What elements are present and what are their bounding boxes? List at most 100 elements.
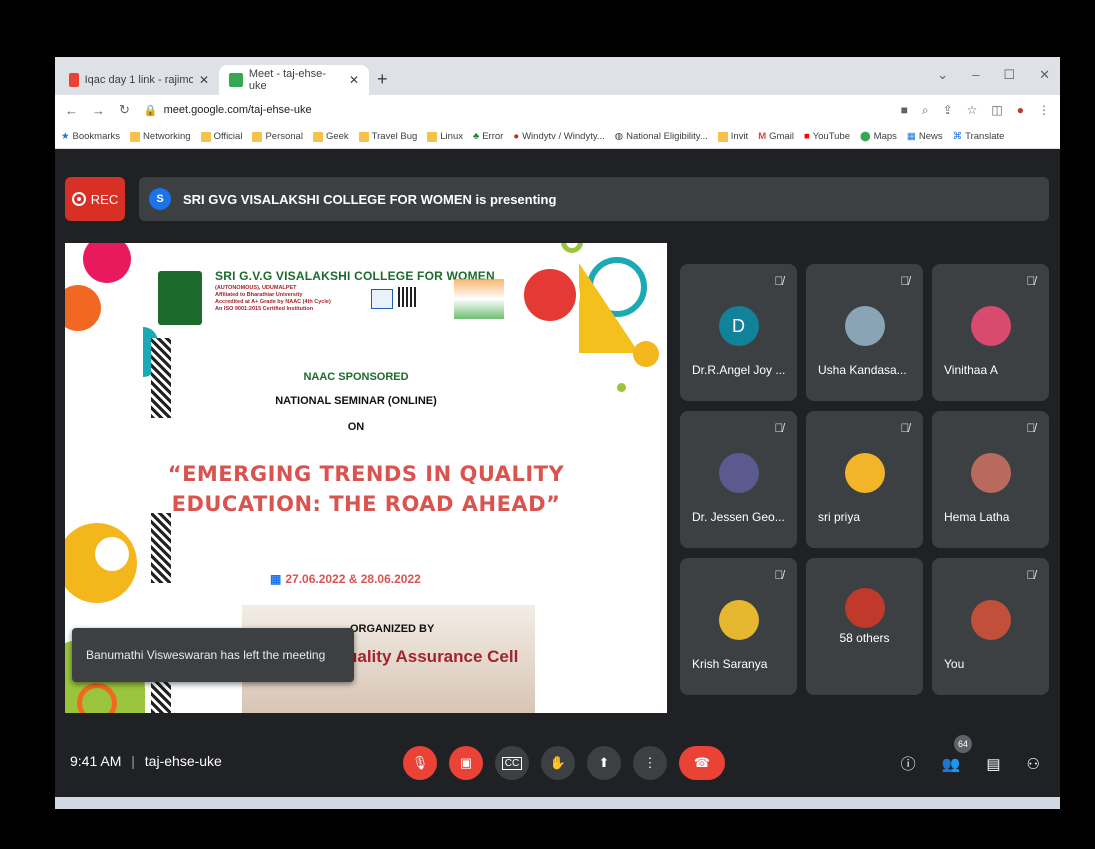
- windy-icon: ●: [513, 131, 520, 142]
- mic-toggle-button[interactable]: 🎙: [403, 746, 437, 780]
- decor-circle: [83, 243, 131, 283]
- recording-indicator[interactable]: REC: [65, 177, 125, 221]
- maps-icon: ⬤: [860, 131, 871, 142]
- close-tab-icon[interactable]: ✕: [199, 73, 209, 87]
- chat-icon[interactable]: ▤: [986, 755, 1000, 773]
- bookmark-item[interactable]: ★ Bookmarks: [61, 131, 120, 142]
- camera-toggle-button[interactable]: ▣: [449, 746, 483, 780]
- college-subtitle: (AUTONOMOUS), UDUMALPET Affiliated to Bh…: [215, 285, 331, 312]
- folder-icon: [717, 131, 728, 142]
- participant-tile[interactable]: 🎙̸ Krish Saranya: [680, 558, 797, 695]
- mic-off-icon: 🎙̸: [900, 274, 910, 288]
- record-icon: [71, 192, 86, 206]
- divider: |: [131, 753, 135, 769]
- reload-icon[interactable]: ↻: [119, 102, 130, 118]
- leave-call-button[interactable]: ☎: [679, 746, 725, 780]
- bookmark-item[interactable]: Personal: [252, 131, 303, 142]
- participant-grid: 🎙̸ D Dr.R.Angel Joy ... 🎙̸ Usha Kandasa.…: [680, 264, 1049, 695]
- mic-off-icon: 🎙̸: [774, 421, 784, 435]
- tab-search-icon[interactable]: ◫: [991, 103, 1002, 117]
- star-icon[interactable]: ☆: [967, 103, 978, 117]
- on-text: ON: [347, 421, 365, 433]
- menu-icon[interactable]: ⋮: [1038, 103, 1050, 117]
- azadi-logo: [454, 279, 504, 319]
- address-actions: ■ ⌕ ⇪ ☆ ◫ ● ⋮: [901, 103, 1050, 118]
- avatar: [844, 306, 885, 346]
- url-text: meet.google.com/taj-ehse-uke: [163, 104, 312, 116]
- avatar: D: [718, 306, 759, 346]
- extension-icon[interactable]: ●: [1017, 103, 1024, 117]
- camera-icon[interactable]: ■: [901, 103, 908, 117]
- decor-circle: [633, 341, 659, 367]
- error-icon: ♣: [472, 131, 480, 142]
- bookmark-item[interactable]: M Gmail: [758, 131, 794, 142]
- bookmark-item[interactable]: ● Windytv / Windyty...: [513, 131, 604, 142]
- raise-hand-button[interactable]: ✋: [541, 746, 575, 780]
- more-vert-icon: ⋮: [643, 755, 657, 770]
- lock-icon: 🔒: [143, 104, 158, 117]
- cell-name: uality Assurance Cell: [347, 647, 519, 666]
- others-label: 58 others: [839, 631, 890, 645]
- present-button[interactable]: ⬆: [587, 746, 621, 780]
- mic-off-icon: 🎙̸: [1026, 421, 1036, 435]
- tab-gmail[interactable]: Iqac day 1 link - rajimoorthy02@ ✕: [59, 65, 219, 95]
- bookmark-item[interactable]: ♣ Error: [473, 131, 503, 142]
- participant-name: Usha Kandasa...: [818, 363, 907, 377]
- new-tab-button[interactable]: +: [377, 69, 388, 90]
- mic-off-icon: 🎙̸: [774, 568, 784, 582]
- self-tile[interactable]: 🎙̸ You: [932, 558, 1049, 695]
- tab-meet[interactable]: Meet - taj-ehse-uke ✕: [219, 65, 369, 95]
- folder-icon: [200, 131, 211, 142]
- close-tab-icon[interactable]: ✕: [349, 73, 359, 87]
- os-taskbar: [55, 797, 1060, 809]
- people-icon[interactable]: 👥: [942, 755, 961, 773]
- bookmarks-bar: ★ Bookmarks Networking Official Personal …: [55, 125, 1060, 149]
- url-field[interactable]: 🔒 meet.google.com/taj-ehse-uke: [144, 104, 312, 117]
- decor-triangle: [579, 263, 639, 353]
- others-tile[interactable]: 58 others: [806, 558, 923, 695]
- tab-title: Meet - taj-ehse-uke: [248, 68, 326, 92]
- captions-button[interactable]: CC: [495, 746, 529, 780]
- bookmark-item[interactable]: Geek: [312, 131, 349, 142]
- dates-text: 27.06.2022 & 28.06.2022: [285, 572, 421, 586]
- bookmark-item[interactable]: Invit: [717, 131, 748, 142]
- minimize-icon[interactable]: –: [972, 67, 979, 83]
- back-icon[interactable]: ←: [65, 103, 78, 118]
- participant-tile[interactable]: 🎙̸ sri priya: [806, 411, 923, 548]
- bookmark-item[interactable]: Linux: [427, 131, 463, 142]
- participant-tile[interactable]: 🎙̸ Dr. Jessen Geo...: [680, 411, 797, 548]
- bookmark-item[interactable]: Networking: [130, 131, 191, 142]
- maximize-icon[interactable]: ☐: [1003, 67, 1015, 83]
- seminar-text: NATIONAL SEMINAR (ONLINE): [275, 395, 437, 407]
- bookmark-item[interactable]: ◍ National Eligibility...: [615, 131, 708, 142]
- participant-name: Hema Latha: [944, 510, 1010, 524]
- participant-tile[interactable]: 🎙̸ D Dr.R.Angel Joy ...: [680, 264, 797, 401]
- bookmark-item[interactable]: ▦ News: [907, 131, 943, 142]
- bookmark-item[interactable]: Travel Bug: [358, 131, 417, 142]
- forward-icon[interactable]: →: [92, 103, 105, 118]
- zoom-icon[interactable]: ⌕: [922, 103, 929, 118]
- meeting-controls-bar: 9:41 AM | taj-ehse-uke 🎙 ▣ CC ✋ ⬆ ⋮ ☎ 64…: [55, 733, 1060, 797]
- bookmark-item[interactable]: ■ YouTube: [804, 131, 850, 142]
- globe-icon: ◍: [614, 131, 624, 142]
- participant-tile[interactable]: 🎙̸ Hema Latha: [932, 411, 1049, 548]
- avatar: [970, 600, 1011, 640]
- info-icon[interactable]: ⓘ: [901, 753, 916, 774]
- college-logo: [158, 271, 202, 325]
- organized-by: ORGANIZED BY: [350, 623, 435, 635]
- bookmark-item[interactable]: ⌘ Translate: [953, 131, 1005, 142]
- participant-tile[interactable]: 🎙̸ Usha Kandasa...: [806, 264, 923, 401]
- phone-end-icon: ☎: [693, 755, 711, 770]
- decor-circle: [561, 243, 583, 253]
- address-bar: ← → ↻ 🔒 meet.google.com/taj-ehse-uke ■ ⌕…: [55, 95, 1060, 125]
- chevron-down-icon[interactable]: ⌄: [937, 67, 948, 83]
- more-options-button[interactable]: ⋮: [633, 746, 667, 780]
- activities-icon[interactable]: ⚇: [1027, 755, 1040, 773]
- share-icon[interactable]: ⇪: [943, 103, 953, 117]
- tab-title: Iqac day 1 link - rajimoorthy02@: [84, 74, 193, 86]
- participant-tile[interactable]: 🎙̸ Vinithaa A: [932, 264, 1049, 401]
- mic-off-icon: 🎙̸: [1026, 568, 1036, 582]
- close-icon[interactable]: ✕: [1039, 67, 1050, 83]
- bookmark-item[interactable]: Official: [200, 131, 242, 142]
- bookmark-item[interactable]: ⬤ Maps: [860, 131, 897, 142]
